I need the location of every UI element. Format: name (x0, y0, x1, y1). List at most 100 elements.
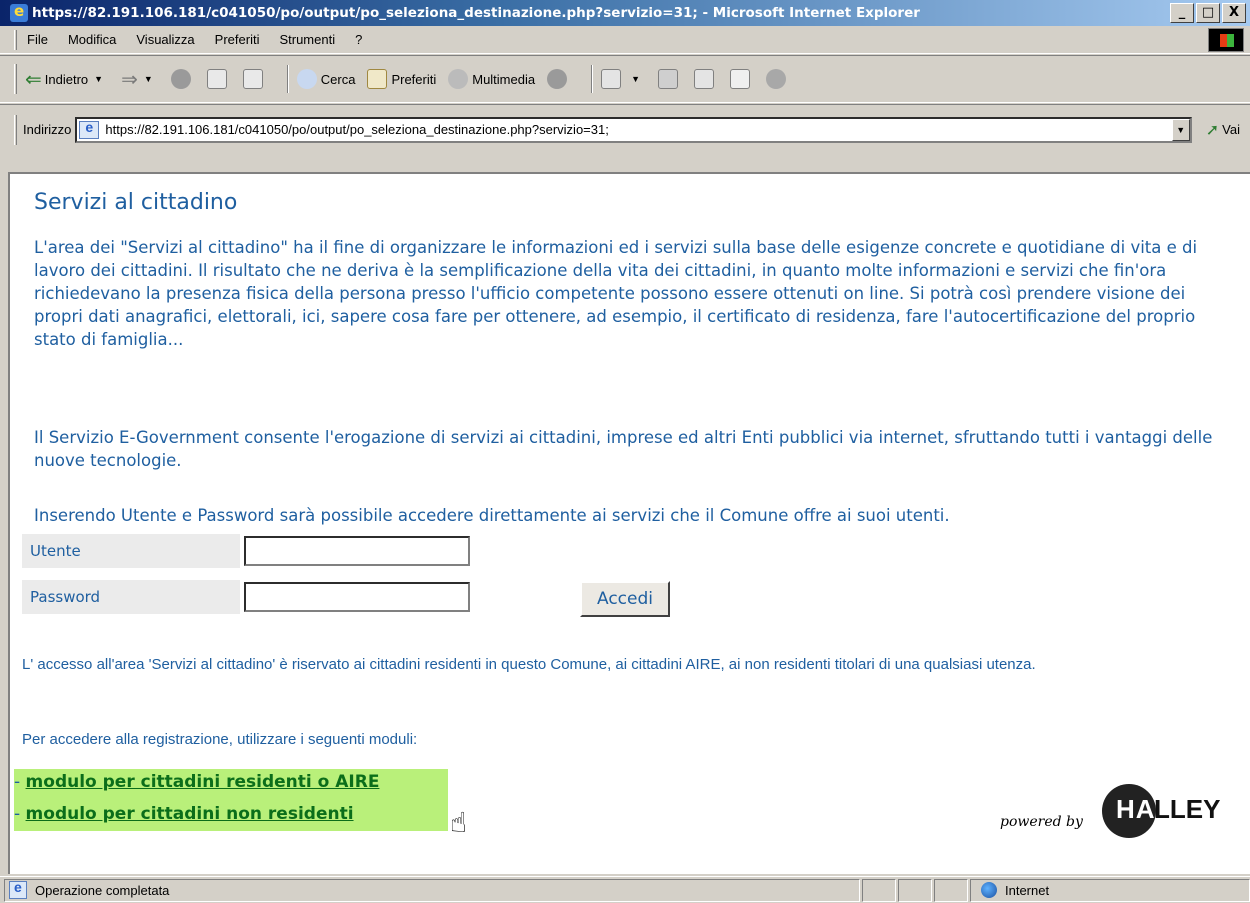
search-icon (296, 69, 317, 89)
status-bar: Operazione completata Internet (0, 876, 1250, 903)
home-icon (242, 69, 263, 89)
user-input[interactable] (244, 536, 470, 566)
favorites-label: Preferiti (391, 71, 437, 87)
mail-icon (601, 69, 622, 89)
toolbar-separator (591, 65, 594, 93)
status-pane (898, 878, 932, 902)
security-zone: Internet (970, 878, 1250, 902)
go-arrow-icon: ➚ (1205, 121, 1220, 139)
toolbar-grip[interactable] (14, 64, 17, 94)
forward-dropdown-icon[interactable]: ▼ (144, 74, 153, 84)
address-dropdown-button[interactable]: ▼ (1171, 118, 1190, 141)
toolbar-grip[interactable] (14, 29, 17, 50)
back-button[interactable]: ⇐ Indietro ▼ (25, 67, 109, 92)
page-done-icon (9, 879, 27, 899)
history-icon (547, 69, 568, 89)
nonresidents-form-link[interactable]: modulo per cittadini non residenti (26, 804, 354, 824)
favorites-icon (367, 69, 388, 89)
link-prefix: - (14, 804, 26, 824)
powered-by-label: powered by (1000, 814, 1083, 830)
stop-icon (170, 69, 191, 89)
address-label: Indirizzo (23, 122, 72, 137)
register-note: Per accedere alla registrazione, utilizz… (22, 731, 418, 748)
windows-logo-icon (1208, 28, 1244, 52)
password-label: Password (22, 580, 240, 614)
print-button[interactable] (658, 69, 682, 89)
close-button[interactable]: X (1222, 3, 1246, 23)
search-button[interactable]: Cerca (296, 69, 356, 89)
halley-logo: HA LLEY (1088, 784, 1238, 840)
stop-button[interactable] (170, 69, 195, 89)
address-input[interactable]: https://82.191.106.181/c041050/po/output… (75, 116, 1192, 143)
menu-preferiti[interactable]: Preferiti (215, 32, 260, 47)
password-row: Password (22, 580, 470, 614)
messenger-button[interactable] (766, 69, 790, 89)
back-dropdown-icon[interactable]: ▼ (94, 74, 103, 84)
history-button[interactable] (547, 69, 571, 89)
window-controls: _ □ X (1170, 3, 1246, 23)
status-message: Operazione completata (4, 878, 860, 902)
mail-dropdown-icon[interactable]: ▼ (631, 74, 640, 84)
media-label: Multimedia (472, 71, 536, 87)
back-label: Indietro (44, 71, 89, 87)
status-pane (934, 878, 968, 902)
print-icon (658, 69, 679, 89)
link-prefix: - (14, 772, 26, 792)
discuss-icon (730, 69, 751, 89)
globe-icon (981, 882, 997, 898)
ie-icon (10, 2, 28, 22)
browser-window: https://82.191.106.181/c041050/po/output… (0, 0, 1250, 903)
residents-form-link[interactable]: modulo per cittadini residenti o AIRE (26, 772, 380, 792)
edit-icon (694, 69, 715, 89)
title-bar: https://82.191.106.181/c041050/po/output… (0, 0, 1250, 26)
toolbar-grip[interactable] (14, 114, 17, 145)
forward-button[interactable]: ⇒ ▼ (121, 67, 159, 92)
halley-logo-text-tail: LLEY (1154, 794, 1221, 824)
minimize-button[interactable]: _ (1170, 3, 1194, 23)
discuss-button[interactable] (730, 69, 754, 89)
edit-button[interactable] (694, 69, 718, 89)
media-button[interactable]: Multimedia (448, 69, 535, 89)
go-button[interactable]: ➚ Vai (1206, 120, 1240, 140)
favorites-button[interactable]: Preferiti (367, 69, 436, 89)
password-input[interactable] (244, 582, 470, 612)
menu-bar: File Modifica Visualizza Preferiti Strum… (0, 26, 1250, 54)
media-icon (448, 69, 469, 89)
menu-help[interactable]: ? (355, 32, 362, 47)
user-row: Utente (22, 534, 470, 568)
halley-logo-text: HA (1116, 794, 1156, 824)
refresh-icon (206, 69, 227, 89)
link-item-residents: - modulo per cittadini residenti o AIRE (14, 772, 379, 792)
status-text: Operazione completata (35, 882, 170, 898)
login-hint: Inserendo Utente e Password sarà possibi… (34, 506, 950, 525)
messenger-icon (766, 69, 787, 89)
status-pane (862, 878, 896, 902)
window-title: https://82.191.106.181/c041050/po/output… (32, 5, 920, 21)
mail-button[interactable]: ▼ (601, 69, 646, 89)
menu-file[interactable]: File (27, 32, 48, 47)
page-icon (79, 119, 100, 139)
address-url[interactable]: https://82.191.106.181/c041050/po/output… (105, 122, 608, 137)
home-button[interactable] (242, 69, 267, 89)
intro-paragraph: L'area dei "Servizi al cittadino" ha il … (34, 238, 1198, 349)
menu-modifica[interactable]: Modifica (68, 32, 116, 47)
search-label: Cerca (320, 71, 356, 87)
refresh-button[interactable] (206, 69, 231, 89)
access-note: L' accesso all'area 'Servizi al cittadin… (22, 656, 1036, 673)
login-button[interactable]: Accedi (580, 581, 670, 617)
egov-paragraph: Il Servizio E-Government consente l'erog… (34, 428, 1213, 470)
menu-visualizza[interactable]: Visualizza (136, 32, 194, 47)
forward-arrow-icon: ⇒ (121, 68, 138, 91)
hand-cursor-icon: ☝ (450, 806, 468, 839)
back-arrow-icon: ⇐ (25, 68, 42, 91)
user-label: Utente (22, 534, 240, 568)
link-item-nonresidents: - modulo per cittadini non residenti (14, 804, 354, 824)
maximize-button[interactable]: □ (1196, 3, 1220, 23)
menu-strumenti[interactable]: Strumenti (279, 32, 335, 47)
zone-label: Internet (1005, 882, 1050, 898)
go-label: Vai (1222, 122, 1240, 137)
toolbar-separator (286, 65, 289, 93)
page-title: Servizi al cittadino (34, 190, 238, 215)
standard-toolbar: ⇐ Indietro ▼ ⇒ ▼ Cerca Preferiti Multime… (0, 55, 1250, 103)
page-content: Servizi al cittadino L'area dei "Servizi… (8, 172, 1250, 874)
